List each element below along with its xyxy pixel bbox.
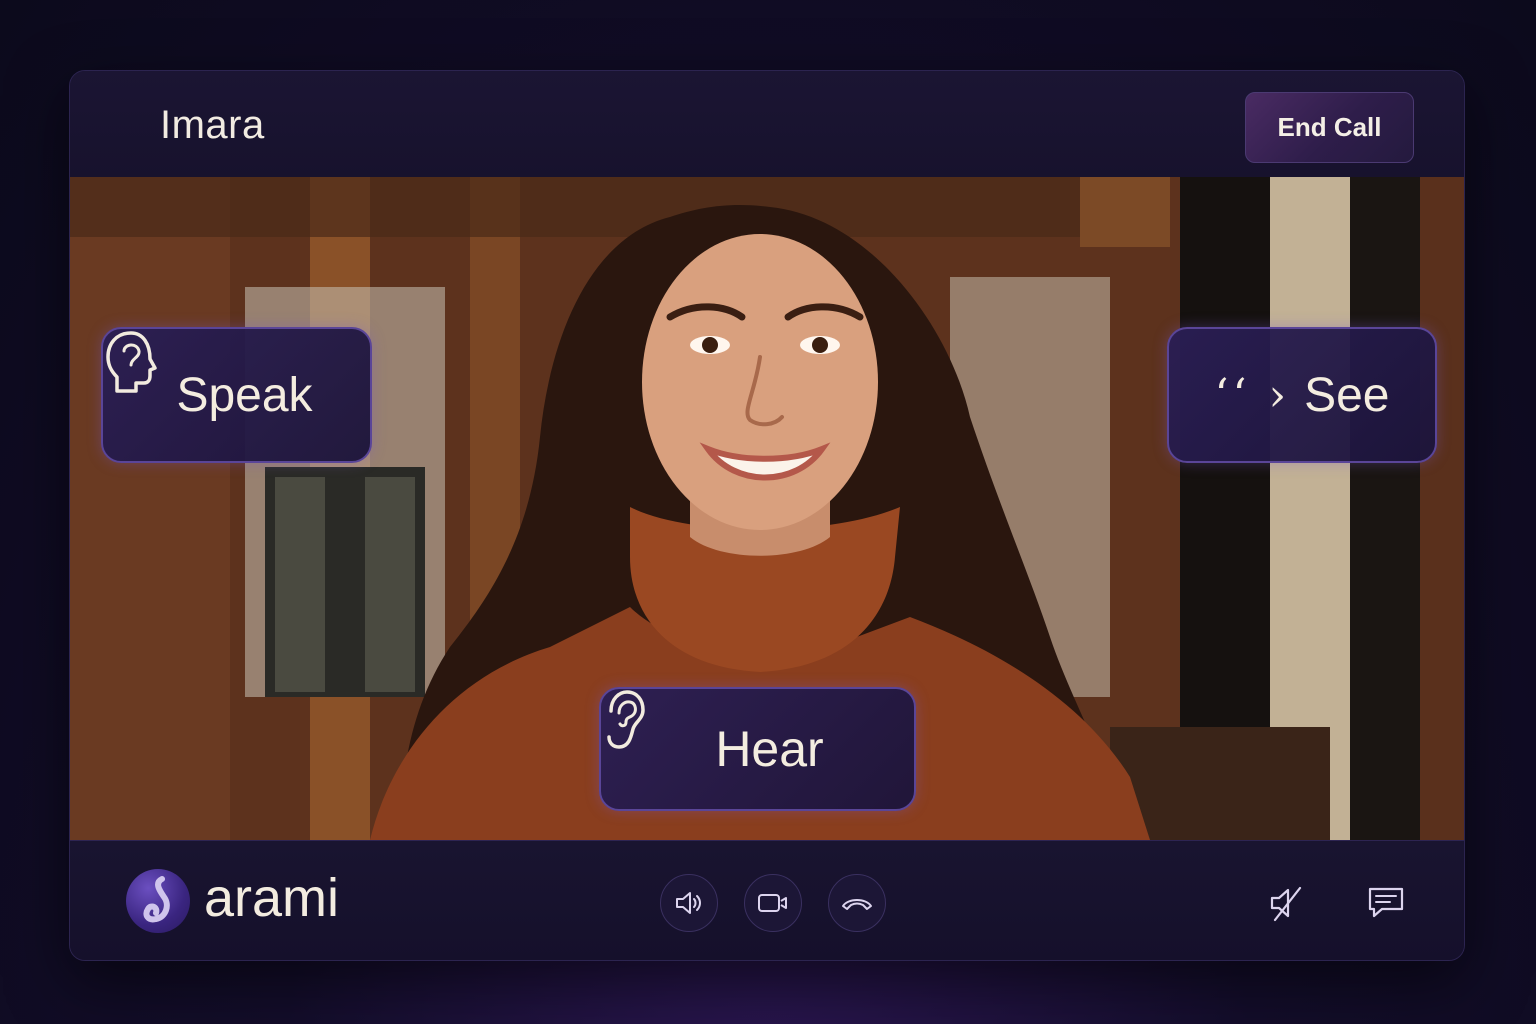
chat-button[interactable] — [1364, 881, 1408, 925]
hear-label: Hear — [715, 721, 824, 777]
logo-swirl-icon — [143, 876, 170, 923]
ear-icon — [607, 690, 645, 749]
contact-name: Imara — [160, 103, 265, 147]
call-window: Imara End Call Speak ‘‘ › See Hear arami — [69, 70, 1465, 961]
hang-up-button[interactable] — [828, 874, 886, 932]
speaker-button[interactable] — [660, 874, 718, 932]
speak-mode-button[interactable]: Speak — [101, 327, 372, 463]
speak-label: Speak — [176, 368, 313, 422]
camera-button[interactable] — [744, 874, 802, 932]
call-controls-bar: arami — [70, 840, 1464, 960]
call-header: Imara End Call — [70, 71, 1464, 178]
brand-name: arami — [204, 868, 340, 928]
see-mode-button[interactable]: ‘‘ › See — [1167, 327, 1437, 463]
end-call-button[interactable]: End Call — [1245, 92, 1414, 163]
mute-button[interactable] — [1264, 881, 1308, 925]
eye-glyph-icon: ‘‘ › — [1214, 369, 1291, 421]
chat-icon — [1368, 887, 1404, 918]
mute-icon — [1270, 886, 1302, 922]
see-label: See — [1304, 368, 1390, 422]
speaker-icon — [676, 892, 701, 914]
hang-up-icon — [842, 899, 872, 910]
hear-mode-button[interactable]: Hear — [599, 687, 916, 811]
camera-icon — [758, 894, 787, 912]
arami-logo — [126, 869, 190, 933]
video-feed: Speak ‘‘ › See Hear — [70, 177, 1464, 840]
head-profile-icon — [106, 331, 157, 393]
